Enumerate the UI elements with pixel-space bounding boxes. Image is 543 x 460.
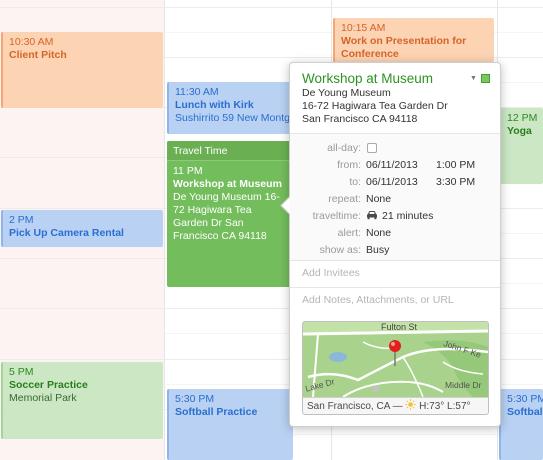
sun-icon: [405, 399, 417, 410]
popover-address-line[interactable]: De Young Museum: [302, 87, 488, 100]
to-time[interactable]: 3:30 PM: [436, 174, 475, 190]
popover-address-line[interactable]: San Francisco CA 94118: [302, 113, 488, 126]
event-time: 5 PM: [9, 366, 34, 378]
event-client-pitch[interactable]: 10:30 AM Client Pitch: [1, 32, 163, 108]
event-softball-practice[interactable]: 5:30 PM Softball Practice: [167, 389, 293, 460]
location-pin-icon: [389, 340, 401, 366]
divider: [290, 260, 500, 261]
popover-header: Workshop at Museum De Young Museum 16-72…: [290, 63, 500, 133]
show-as-row: show as: Busy: [290, 242, 500, 258]
popover-event-title[interactable]: Workshop at Museum: [302, 71, 488, 87]
map-city: San Francisco, CA —: [307, 401, 403, 412]
calendar-dropdown-icon[interactable]: ▼: [470, 75, 478, 83]
from-row: from: 06/11/2013 1:00 PM: [290, 157, 500, 173]
day-divider: [164, 0, 165, 460]
event-pick-up-camera[interactable]: 2 PM Pick Up Camera Rental: [1, 210, 163, 247]
calendar-color-swatch[interactable]: [481, 74, 490, 83]
event-time: 5:30 PM: [507, 393, 543, 405]
all-day-row: all-day:: [290, 140, 500, 156]
map-street-label: Fulton St: [381, 322, 418, 332]
traveltime-value: 21 minutes: [382, 210, 434, 222]
travel-time-band: Travel Time: [167, 141, 293, 161]
event-time: 5:30 PM: [175, 393, 215, 405]
show-as-value[interactable]: Busy: [366, 242, 389, 258]
show-as-label: show as:: [319, 244, 361, 256]
event-time: 11:30 AM: [175, 86, 219, 98]
repeat-row: repeat: None: [290, 191, 500, 207]
popover-address-line[interactable]: 16-72 Hagiwara Tea Garden Dr: [302, 100, 488, 113]
event-yoga[interactable]: 12 PM Yoga: [499, 108, 543, 184]
event-location: De Young Museum 16-72 Hagiwara Tea Garde…: [173, 191, 280, 242]
to-row: to: 06/11/2013 3:30 PM: [290, 174, 500, 190]
event-title: Lunch with Kirk: [175, 99, 254, 111]
to-date[interactable]: 06/11/2013: [366, 174, 418, 190]
repeat-label: repeat:: [328, 193, 361, 205]
event-title: Workshop at Museum: [173, 178, 282, 190]
to-label: to:: [349, 176, 361, 188]
alert-value[interactable]: None: [366, 225, 391, 241]
map-weather-bar: San Francisco, CA — H:73° L:57°: [303, 397, 488, 414]
event-title: Client Pitch: [9, 49, 67, 61]
event-location: Memorial Park: [9, 392, 77, 404]
alert-label: alert:: [337, 227, 361, 239]
map-weather: H:73° L:57°: [419, 401, 471, 412]
event-soccer-practice[interactable]: 5 PM Soccer Practice Memorial Park: [1, 362, 163, 439]
hour-line: [0, 7, 543, 8]
divider: [290, 287, 500, 288]
event-title: Pick Up Camera Rental: [9, 227, 124, 239]
alert-row: alert: None: [290, 225, 500, 241]
map-street-label: Middle Dr: [445, 380, 482, 390]
traveltime-row: traveltime: 21 minutes: [290, 208, 500, 224]
event-detail-popover: Workshop at Museum De Young Museum 16-72…: [280, 62, 501, 427]
event-lunch-with-kirk[interactable]: 11:30 AM Lunch with Kirk Sushirrito 59 N…: [167, 82, 293, 134]
from-label: from:: [337, 159, 361, 171]
event-title: Softball Practice: [175, 406, 258, 418]
from-time[interactable]: 1:00 PM: [436, 157, 475, 173]
traveltime-label: traveltime:: [312, 210, 361, 222]
travel-time-label: Travel Time: [173, 145, 228, 157]
car-icon: [367, 211, 377, 220]
event-location: Sushirrito 59 New Montgo: [175, 112, 293, 124]
event-work-on-presentation[interactable]: 10:15 AM Work on Presentation for Confer…: [333, 18, 494, 62]
traveltime-value-wrap[interactable]: 21 minutes: [366, 208, 433, 224]
event-time: 12 PM: [507, 112, 538, 124]
event-workshop-at-museum[interactable]: Travel Time 11 PM Workshop at Museum De …: [167, 141, 293, 287]
event-title: Yoga: [507, 125, 532, 137]
event-time: 10:30 AM: [9, 36, 54, 48]
location-map[interactable]: Fulton St John F Ke Lake Dr Middle Dr Sa…: [302, 321, 489, 415]
add-notes-field[interactable]: Add Notes, Attachments, or URL: [302, 294, 454, 306]
popover-details: all-day: from: 06/11/2013 1:00 PM to: 06…: [290, 133, 500, 260]
event-title: Work on Presentation for Conference: [341, 35, 467, 60]
event-softball-right[interactable]: 5:30 PM Softball: [499, 389, 543, 460]
from-date[interactable]: 06/11/2013: [366, 157, 418, 173]
event-title: Softball: [507, 406, 543, 418]
repeat-value[interactable]: None: [366, 191, 391, 207]
all-day-checkbox[interactable]: [367, 143, 377, 153]
event-time: 2 PM: [9, 214, 34, 226]
event-title: Soccer Practice: [9, 379, 88, 391]
add-invitees-field[interactable]: Add Invitees: [302, 267, 360, 279]
all-day-label: all-day:: [327, 142, 361, 154]
event-time: 10:15 AM: [341, 22, 386, 34]
event-time: 11 PM: [173, 165, 203, 177]
